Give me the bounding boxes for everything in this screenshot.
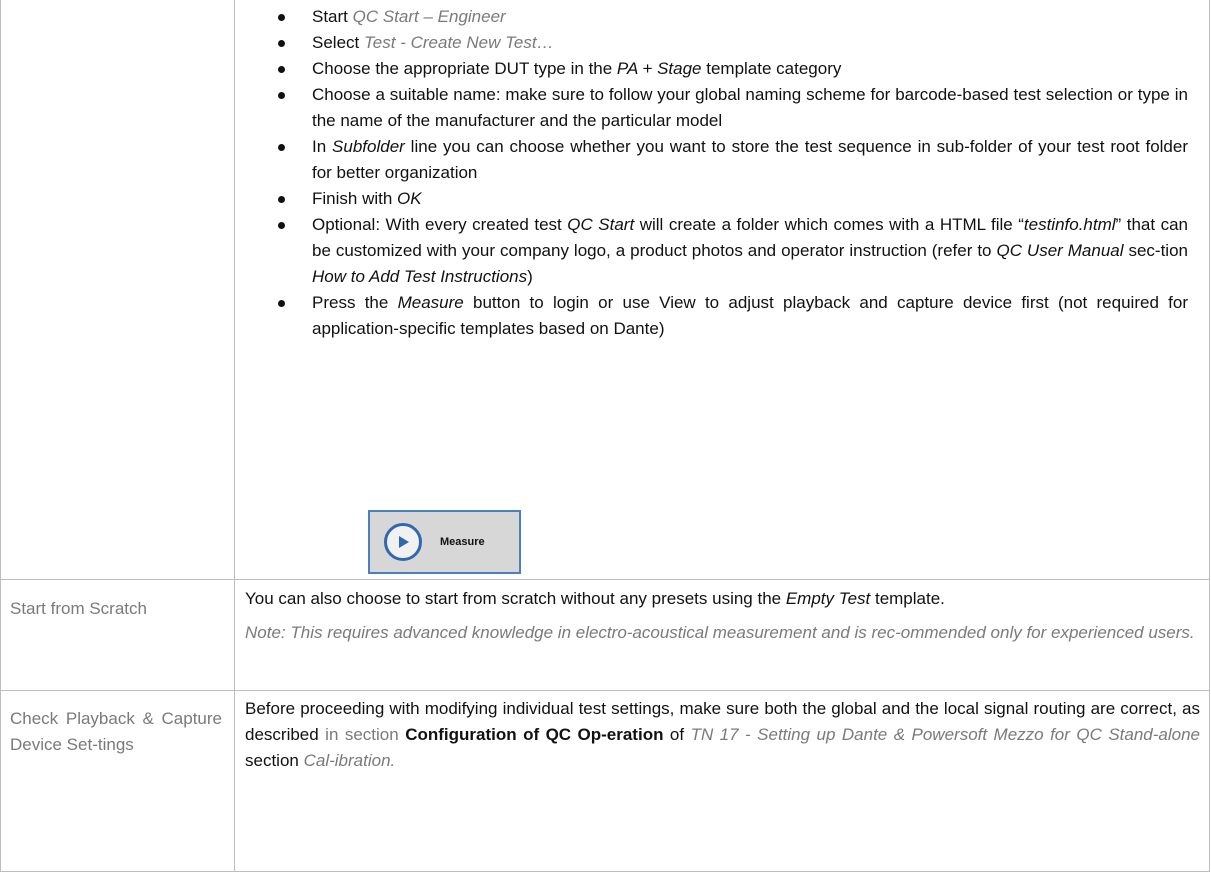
row-divider-2 <box>0 690 1210 691</box>
text-run: testinfo.html <box>1023 215 1116 234</box>
text-run: Empty Test <box>785 589 871 608</box>
bullet-icon <box>278 300 285 307</box>
text-run: Select <box>312 33 364 52</box>
text-run: template category <box>701 59 842 78</box>
step-item: Finish with OK <box>278 186 1188 212</box>
text-run: Measure <box>397 293 464 312</box>
text-run: PA + Stage <box>616 59 702 78</box>
row-divider-1 <box>0 579 1210 580</box>
playback-content: Before proceeding with modifying individ… <box>245 696 1200 774</box>
bullet-icon <box>278 144 285 151</box>
scratch-content: You can also choose to start from scratc… <box>245 586 1200 646</box>
text-run: How to Add Test Instructions <box>312 267 528 286</box>
row-label-start-from-scratch: Start from Scratch <box>10 599 147 618</box>
text-run: Optional: With every created test <box>312 215 568 234</box>
table-border-right <box>1209 0 1210 872</box>
steps-list: Start QC Start – Engineer Select Test - C… <box>278 4 1188 342</box>
text-run: Press the <box>312 293 398 312</box>
text-run: ) <box>527 267 533 286</box>
text-run: QC Start <box>567 215 635 234</box>
bullet-icon <box>278 222 285 229</box>
step-item: Press the Measure button to login or use… <box>278 290 1188 342</box>
text-run: will create a folder which comes with a … <box>634 215 1024 234</box>
step-item: Choose the appropriate DUT type in the P… <box>278 56 1188 82</box>
table-border-left <box>0 0 1 872</box>
measure-button-label: Measure <box>440 536 485 548</box>
step-item: In Subfolder line you can choose whether… <box>278 134 1188 186</box>
measure-button[interactable]: Measure <box>368 510 521 574</box>
playback-body-text: Before proceeding with modifying individ… <box>245 696 1200 774</box>
step-item: Select Test - Create New Test… <box>278 30 1188 56</box>
bullet-icon <box>278 92 285 99</box>
play-icon <box>384 523 422 561</box>
text-run: sec-tion <box>1123 241 1188 260</box>
step-item: Start QC Start – Engineer <box>278 4 1188 30</box>
text-run: You can also choose to start from scratc… <box>245 589 786 608</box>
scratch-body-text: You can also choose to start from scratc… <box>245 586 1200 612</box>
text-run: QC User Manual <box>996 241 1124 260</box>
text-run: template. <box>870 589 945 608</box>
text-run: Test - Create New Test… <box>363 33 554 52</box>
text-run: in section <box>325 725 406 744</box>
steps-cell: Start QC Start – Engineer Select Test - C… <box>270 4 1190 342</box>
text-run: section <box>245 751 304 770</box>
text-run: In <box>312 137 333 156</box>
text-run: Start <box>312 7 353 26</box>
bullet-icon <box>278 40 285 47</box>
text-run: Finish with <box>312 189 398 208</box>
text-run: QC Start – Engineer <box>352 7 506 26</box>
text-run: Choose the appropriate DUT type in the <box>312 59 617 78</box>
text-run: Subfolder <box>332 137 405 156</box>
table-column-divider <box>234 0 235 872</box>
scratch-note: Note: This requires advanced knowledge i… <box>245 623 1195 642</box>
bullet-icon <box>278 66 285 73</box>
text-run: line you can choose whether you want to … <box>312 137 1188 182</box>
text-run: TN 17 - Setting up Dante & Powersoft Mez… <box>690 725 1201 744</box>
text-run: OK <box>397 189 422 208</box>
text-run: Configuration of QC Op-eration <box>405 725 664 744</box>
text-run: Cal-ibration. <box>303 751 396 770</box>
text-run: of <box>663 725 691 744</box>
step-item: Choose a suitable name: make sure to fol… <box>278 82 1188 134</box>
text-run: Choose a suitable name: make sure to fol… <box>312 85 1188 130</box>
document-table: Start QC Start – Engineer Select Test - C… <box>0 0 1211 872</box>
row-label-check-playback: Check Playback & Capture Device Set-ting… <box>10 709 222 754</box>
bullet-icon <box>278 196 285 203</box>
step-item: Optional: With every created test QC Sta… <box>278 212 1188 290</box>
bullet-icon <box>278 14 285 21</box>
